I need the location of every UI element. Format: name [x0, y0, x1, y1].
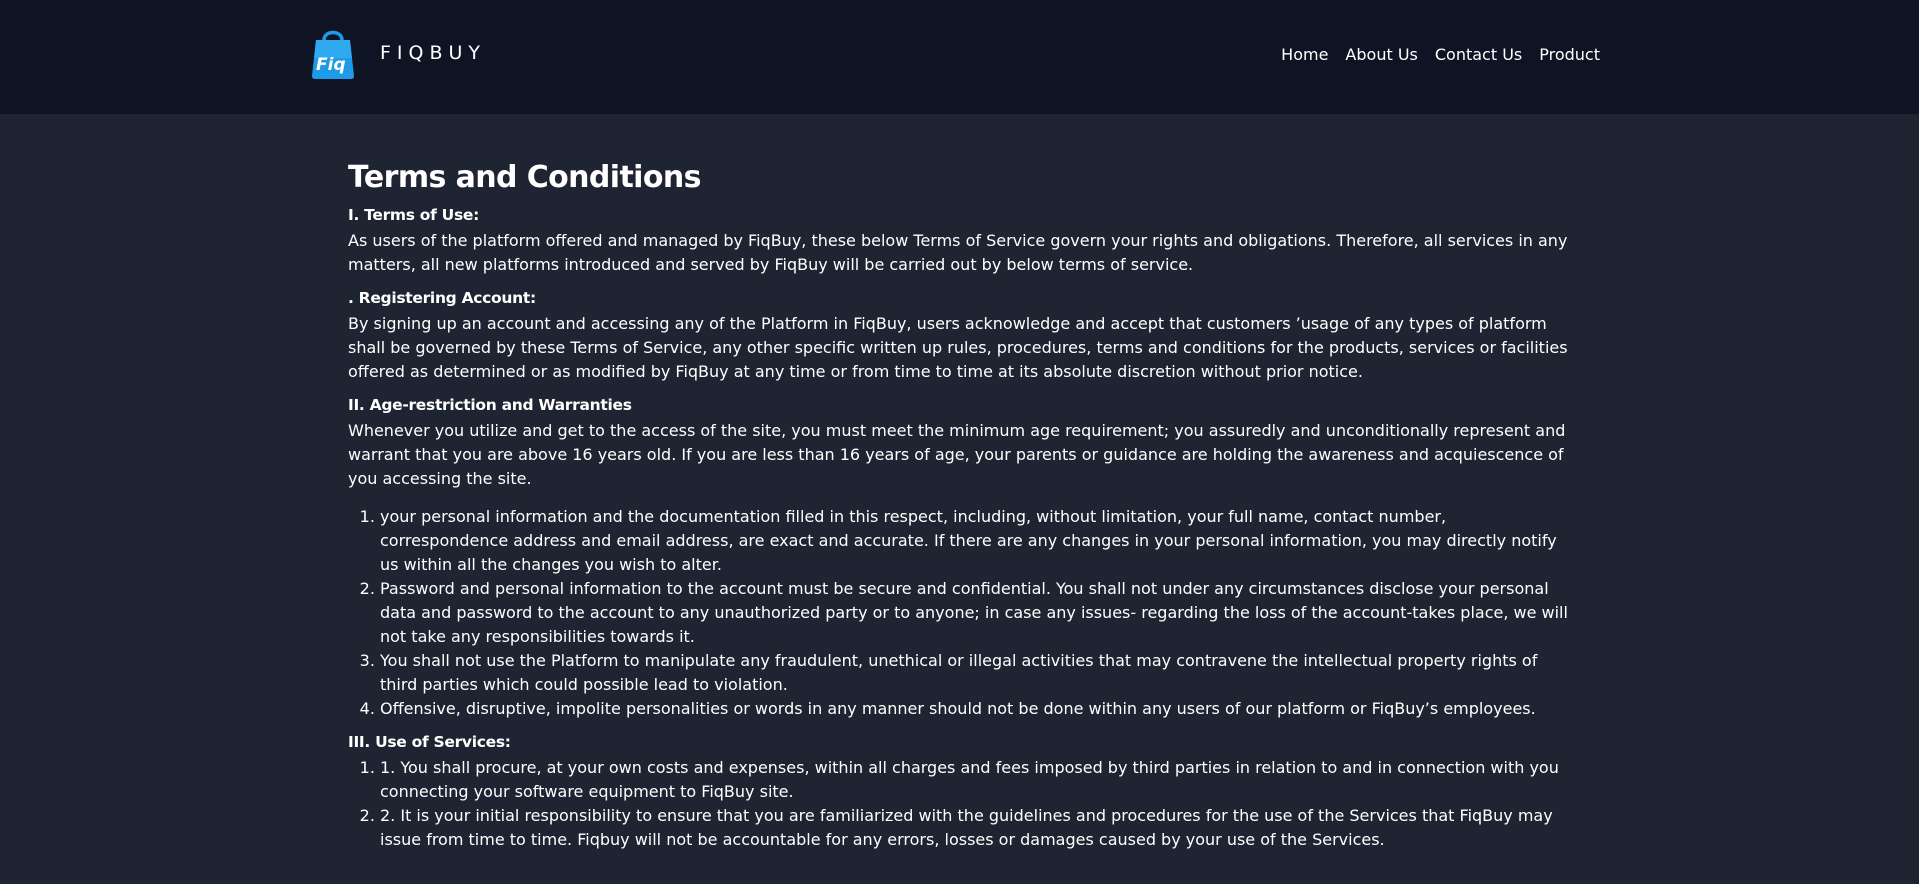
age-restriction-list: your personal information and the docume… [348, 505, 1578, 721]
top-navbar: Fiq FIQBUY Home About Us Contact Us Prod… [0, 0, 1919, 114]
section-heading-use-of-services: III. Use of Services: [348, 733, 511, 751]
section-text-age-restriction: Whenever you utilize and get to the acce… [348, 421, 1566, 488]
nav-about-us-link[interactable]: About Us [1345, 45, 1417, 64]
list-item: your personal information and the docume… [380, 505, 1578, 577]
section-heading-registering-account: . Registering Account: [348, 289, 536, 307]
shopping-bag-logo-icon: Fiq [312, 30, 354, 79]
section-heading-age-restriction: II. Age-restriction and Warranties [348, 396, 632, 414]
nav-contact-us-link[interactable]: Contact Us [1435, 45, 1522, 64]
list-item: 2. It is your initial responsibility to … [380, 804, 1578, 852]
list-item: You shall not use the Platform to manipu… [380, 649, 1578, 697]
main-nav: Home About Us Contact Us Product [1281, 45, 1600, 64]
nav-product-link[interactable]: Product [1539, 45, 1600, 64]
brand[interactable]: Fiq FIQBUY [310, 26, 486, 80]
section-text-terms-of-use: As users of the platform offered and man… [348, 231, 1568, 274]
nav-home-link[interactable]: Home [1281, 45, 1328, 64]
brand-name: FIQBUY [380, 42, 487, 64]
list-item: Password and personal information to the… [380, 577, 1578, 649]
section-text-registering-account: By signing up an account and accessing a… [348, 314, 1568, 381]
list-item: Offensive, disruptive, impolite personal… [380, 697, 1578, 721]
terms-content: Terms and Conditions I. Terms of Use: As… [348, 158, 1578, 862]
list-item: 1. You shall procure, at your own costs … [380, 756, 1578, 804]
section-heading-terms-of-use: I. Terms of Use: [348, 206, 480, 224]
page-title: Terms and Conditions [348, 160, 702, 195]
logo-text: Fiq [316, 55, 346, 75]
use-of-services-list: 1. You shall procure, at your own costs … [348, 756, 1578, 852]
